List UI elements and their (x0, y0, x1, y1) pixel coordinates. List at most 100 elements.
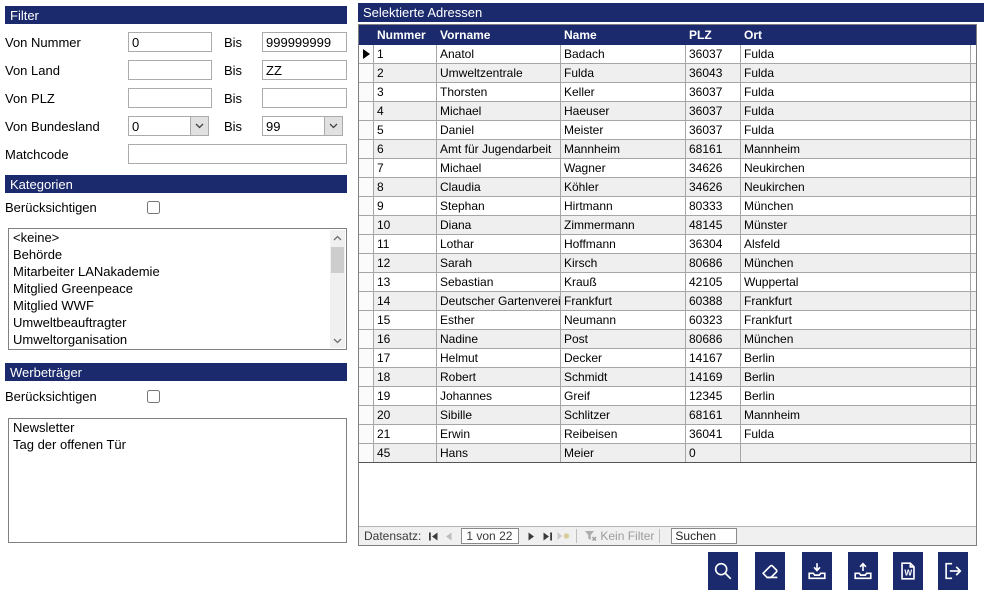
cell-name[interactable]: Krauß (561, 273, 686, 291)
cell-vorname[interactable]: Hans (437, 444, 561, 462)
table-row[interactable]: 12SarahKirsch80686München (359, 254, 976, 273)
cell-plz[interactable]: 68161 (686, 406, 741, 424)
werbetraeger-listbox[interactable]: NewsletterTag der offenen Tür (8, 418, 347, 543)
cell-nummer[interactable]: 19 (374, 387, 437, 405)
table-row[interactable]: 18RobertSchmidt14169Berlin (359, 368, 976, 387)
table-row[interactable]: 9StephanHirtmann80333München (359, 197, 976, 216)
cell-ort[interactable]: Fulda (741, 45, 971, 63)
table-row[interactable]: 3ThorstenKeller36037Fulda (359, 83, 976, 102)
row-selector[interactable] (359, 197, 374, 215)
cell-vorname[interactable]: Stephan (437, 197, 561, 215)
table-row[interactable]: 5DanielMeister36037Fulda (359, 121, 976, 140)
kategorien-scrollbar[interactable] (330, 230, 345, 348)
row-selector[interactable] (359, 387, 374, 405)
cell-vorname[interactable]: Daniel (437, 121, 561, 139)
table-row[interactable]: 17HelmutDecker14167Berlin (359, 349, 976, 368)
cell-name[interactable]: Reibeisen (561, 425, 686, 443)
previous-record-button[interactable] (441, 528, 457, 544)
cell-plz[interactable]: 36304 (686, 235, 741, 253)
bis-bundesland-select[interactable]: 99 (262, 116, 343, 136)
cell-plz[interactable]: 42105 (686, 273, 741, 291)
new-record-button[interactable] (555, 528, 571, 544)
cell-nummer[interactable]: 16 (374, 330, 437, 348)
cell-vorname[interactable]: Anatol (437, 45, 561, 63)
cell-ort[interactable]: Frankfurt (741, 292, 971, 310)
cell-vorname[interactable]: Johannes (437, 387, 561, 405)
table-row[interactable]: 6Amt für JugendarbeitMannheim68161Mannhe… (359, 140, 976, 159)
cell-plz[interactable]: 60323 (686, 311, 741, 329)
cell-vorname[interactable]: Claudia (437, 178, 561, 196)
cell-nummer[interactable]: 8 (374, 178, 437, 196)
cell-plz[interactable]: 80333 (686, 197, 741, 215)
cell-nummer[interactable]: 15 (374, 311, 437, 329)
col-header-vorname[interactable]: Vorname (437, 28, 561, 42)
cell-plz[interactable]: 60388 (686, 292, 741, 310)
bis-nummer-input[interactable] (262, 32, 347, 52)
table-row[interactable]: 8ClaudiaKöhler34626Neukirchen (359, 178, 976, 197)
clear-filter-button[interactable] (755, 552, 785, 590)
row-selector[interactable] (359, 216, 374, 234)
cell-plz[interactable]: 80686 (686, 254, 741, 272)
cell-plz[interactable]: 36037 (686, 121, 741, 139)
scroll-up-icon[interactable] (330, 230, 345, 245)
chevron-down-icon[interactable] (324, 117, 342, 135)
cell-name[interactable]: Badach (561, 45, 686, 63)
bis-land-input[interactable] (262, 60, 347, 80)
row-selector[interactable] (359, 254, 374, 272)
cell-name[interactable]: Hoffmann (561, 235, 686, 253)
cell-vorname[interactable]: Amt für Jugendarbeit (437, 140, 561, 158)
exit-button[interactable] (938, 552, 968, 590)
cell-nummer[interactable]: 45 (374, 444, 437, 462)
cell-ort[interactable]: Berlin (741, 368, 971, 386)
cell-ort[interactable]: Fulda (741, 83, 971, 101)
table-row[interactable]: 15EstherNeumann60323Frankfurt (359, 311, 976, 330)
cell-nummer[interactable]: 12 (374, 254, 437, 272)
row-selector[interactable] (359, 159, 374, 177)
scroll-down-icon[interactable] (330, 333, 345, 348)
word-export-button[interactable]: W (893, 552, 923, 590)
table-row[interactable]: 10DianaZimmermann48145Münster (359, 216, 976, 235)
export-button[interactable] (848, 552, 878, 590)
cell-ort[interactable]: Fulda (741, 64, 971, 82)
first-record-button[interactable] (425, 528, 441, 544)
cell-plz[interactable]: 36037 (686, 102, 741, 120)
cell-nummer[interactable]: 20 (374, 406, 437, 424)
col-header-plz[interactable]: PLZ (686, 28, 741, 42)
row-selector[interactable] (359, 368, 374, 386)
von-plz-input[interactable] (128, 88, 212, 108)
cell-ort[interactable]: München (741, 330, 971, 348)
row-selector[interactable] (359, 45, 374, 63)
cell-name[interactable]: Schlitzer (561, 406, 686, 424)
cell-nummer[interactable]: 3 (374, 83, 437, 101)
table-row[interactable]: 2UmweltzentraleFulda36043Fulda (359, 64, 976, 83)
werbetraeger-list-item[interactable]: Newsletter (9, 419, 346, 436)
row-selector[interactable] (359, 178, 374, 196)
table-row[interactable]: 7MichaelWagner34626Neukirchen (359, 159, 976, 178)
cell-vorname[interactable]: Thorsten (437, 83, 561, 101)
cell-name[interactable]: Keller (561, 83, 686, 101)
cell-plz[interactable]: 14169 (686, 368, 741, 386)
cell-ort[interactable]: München (741, 197, 971, 215)
kategorien-list-item[interactable]: <keine> (9, 229, 346, 246)
kategorien-listbox[interactable]: <keine>BehördeMitarbeiter LANakademieMit… (8, 228, 347, 350)
cell-nummer[interactable]: 18 (374, 368, 437, 386)
col-header-name[interactable]: Name (561, 28, 686, 42)
row-selector[interactable] (359, 349, 374, 367)
cell-ort[interactable]: Fulda (741, 425, 971, 443)
cell-vorname[interactable]: Umweltzentrale (437, 64, 561, 82)
row-selector[interactable] (359, 311, 374, 329)
cell-nummer[interactable]: 17 (374, 349, 437, 367)
next-record-button[interactable] (523, 528, 539, 544)
row-selector[interactable] (359, 425, 374, 443)
cell-nummer[interactable]: 7 (374, 159, 437, 177)
row-selector[interactable] (359, 273, 374, 291)
table-row[interactable]: 21ErwinReibeisen36041Fulda (359, 425, 976, 444)
cell-name[interactable]: Frankfurt (561, 292, 686, 310)
cell-name[interactable]: Neumann (561, 311, 686, 329)
cell-vorname[interactable]: Michael (437, 102, 561, 120)
cell-plz[interactable]: 68161 (686, 140, 741, 158)
cell-plz[interactable]: 34626 (686, 159, 741, 177)
row-selector[interactable] (359, 235, 374, 253)
cell-nummer[interactable]: 13 (374, 273, 437, 291)
von-bundesland-select[interactable]: 0 (128, 116, 209, 136)
